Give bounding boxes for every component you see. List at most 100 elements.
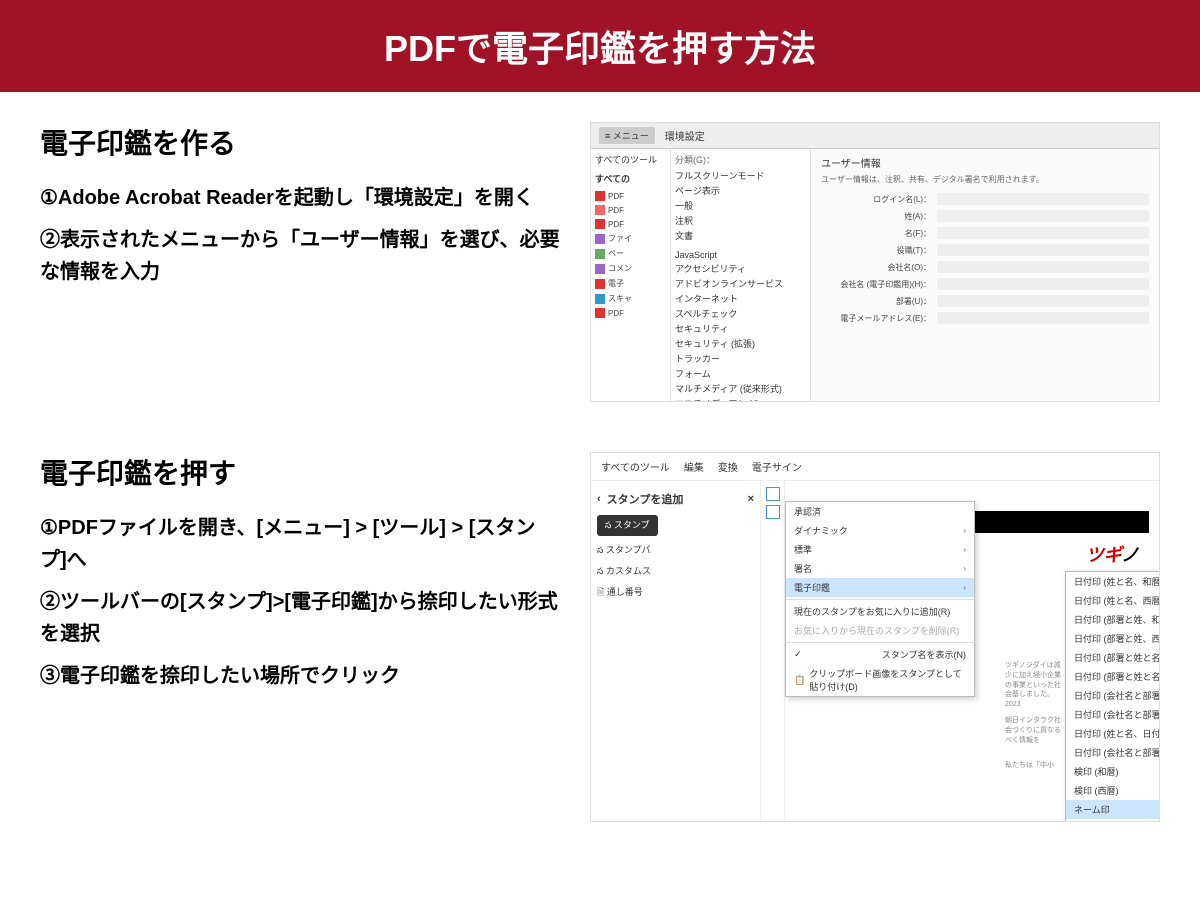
tool-icon [595,308,605,318]
stamp-row[interactable]: స スタンプパ [597,540,754,561]
submenu-item[interactable]: 日付印 (会社名と部署、日付なし) [1066,743,1160,762]
hand-icon[interactable] [766,505,780,519]
tool-item[interactable]: 電子 [595,276,666,291]
category-item[interactable]: セキュリティ (拡張) [675,336,806,351]
category-item[interactable]: スペルチェック [675,306,806,321]
submenu-item[interactable]: 日付印 (姓と名、西暦) [1066,591,1160,610]
form-label: 電子メールアドレス(E)： [821,313,931,324]
category-item[interactable]: 注釈 [675,213,806,228]
category-item[interactable]: ページ表示 [675,183,806,198]
submenu-item[interactable]: 日付印 (会社名と部署、和暦) [1066,686,1160,705]
check-icon: ✓ [794,649,802,660]
tool-item[interactable]: ファイ [595,231,666,246]
tool-item[interactable]: スキャ [595,291,666,306]
category-item[interactable]: セキュリティ [675,321,806,336]
context-menu-item[interactable]: 署名› [786,559,974,578]
submenu-item[interactable]: 検印 (和暦) [1066,762,1160,781]
stamp-row[interactable]: 🗎 通し番号 [597,582,754,604]
back-icon[interactable]: ‹ [597,493,601,505]
tab-edit[interactable]: 編集 [684,459,704,474]
context-menu-item[interactable]: ダイナミック› [786,521,974,540]
bgtext-3: 私たちは「中小 [1005,761,1063,771]
tool-item[interactable]: PDF [595,203,666,217]
form-field[interactable] [937,295,1149,307]
all-tools-label: すべてのツール [595,153,666,166]
category-item[interactable]: トラッカー [675,351,806,366]
form-field[interactable] [937,227,1149,239]
submenu-item[interactable]: 検印 (西暦) [1066,781,1160,800]
form-field[interactable] [937,193,1149,205]
logo-red: ツギ [1086,545,1121,565]
stamp-button[interactable]: స スタンプ [597,515,658,536]
context-menu-item[interactable]: 電子印鑑› [786,578,974,597]
step-2-2: ②ツールバーの[スタンプ]>[電子印鑑]から捺印したい形式を選択 [40,586,560,650]
context-menu-item: お気に入りから現在のスタンプを削除(R) [786,621,974,640]
menu-item-label: 標準 [794,543,812,556]
all-prefix: すべての [595,172,666,185]
tab-all-tools[interactable]: すべてのツール [601,459,670,474]
step-1-2: ②表示されたメニューから「ユーザー情報」を選び、必要な情報を入力 [40,224,560,288]
panel-title-text: スタンプを追加 [607,491,684,507]
form-field[interactable] [937,312,1149,324]
submenu-item[interactable]: ネーム印 (名付き) [1066,819,1160,822]
stamp-row-label: 🗎 通し番号 [597,585,643,601]
screenshot-preferences: ≡ メニュー 環境設定 すべてのツール すべての PDFPDFPDFファイペーコ… [590,122,1160,402]
tool-item[interactable]: PDF [595,217,666,231]
submenu-item[interactable]: 日付印 (姓と名、和暦) [1066,572,1160,591]
submenu-item[interactable]: 日付印 (部署と姓と名、和暦) [1066,648,1160,667]
context-menu-item[interactable]: 📋クリップボード画像をスタンプとして貼り付け(D) [786,664,974,696]
close-icon[interactable]: × [748,493,754,505]
category-item[interactable]: フルスクリーンモード [675,168,806,183]
category-item[interactable]: 文書 [675,228,806,243]
form-field[interactable] [937,261,1149,273]
menu-item-label: お気に入りから現在のスタンプを削除(R) [794,624,959,637]
tools-sidebar: すべてのツール すべての PDFPDFPDFファイペーコメン電子スキャPDF [591,149,671,402]
section-create: 電子印鑑を作る ①Adobe Acrobat Readerを起動し「環境設定」を… [40,122,1160,402]
form-row: 電子メールアドレス(E)： [821,312,1149,324]
tool-label: コメン [608,263,632,274]
chevron-right-icon: › [963,583,966,592]
category-item[interactable]: マルチメディアと 3D [675,396,806,402]
category-item[interactable]: インターネット [675,291,806,306]
form-field[interactable] [937,210,1149,222]
context-menu-item[interactable]: 承認済 [786,502,974,521]
form-field[interactable] [937,244,1149,256]
submenu-item[interactable]: 日付印 (部署と姓、和暦) [1066,610,1160,629]
context-menu-item[interactable]: ✓スタンプ名を表示(N) [786,645,974,664]
form-field[interactable] [937,278,1149,290]
category-item[interactable]: JavaScript [675,249,806,261]
submenu-item[interactable]: 日付印 (部署と姓、西暦) [1066,629,1160,648]
tool-item[interactable]: PDF [595,189,666,203]
menu-button[interactable]: ≡ メニュー [599,127,655,144]
category-item[interactable]: アドビオンラインサービス [675,276,806,291]
pointer-icon[interactable] [766,487,780,501]
tab-esign[interactable]: 電子サイン [752,459,802,474]
form-label: 役職(T)： [821,245,931,256]
category-item[interactable]: マルチメディア (従来形式) [675,381,806,396]
tool-item[interactable]: コメン [595,261,666,276]
tool-label: ファイ [608,233,632,244]
stamp-row[interactable]: స カスタムス [597,561,754,582]
step-2-3: ③電子印鑑を捺印したい場所でクリック [40,660,560,692]
context-menu-item[interactable]: 標準› [786,540,974,559]
category-item[interactable]: アクセシビリティ [675,261,806,276]
form-row: 役職(T)： [821,244,1149,256]
chevron-right-icon: › [963,564,966,573]
menu-item-label: ダイナミック [794,524,848,537]
category-item[interactable]: フォーム [675,366,806,381]
submenu-item[interactable]: 日付印 (会社名と部署、西暦) [1066,705,1160,724]
submenu-item[interactable]: 日付印 (部署と姓と名、西暦) [1066,667,1160,686]
form-row: 会社名(O)： [821,261,1149,273]
submenu-item[interactable]: 日付印 (姓と名、日付なし) [1066,724,1160,743]
submenu-item[interactable]: ネーム印 [1066,800,1160,819]
tool-item[interactable]: ペー [595,246,666,261]
tool-icon [595,219,605,229]
tool-item[interactable]: PDF [595,306,666,320]
content-area: 電子印鑑を作る ①Adobe Acrobat Readerを起動し「環境設定」を… [0,92,1200,852]
category-item[interactable]: 一般 [675,198,806,213]
tab-convert[interactable]: 変換 [718,459,738,474]
form-label: 会社名(O)： [821,262,931,273]
user-info-form: ユーザー情報 ユーザー情報は、注釈、共有、デジタル署名で利用されます。 ログイン… [811,149,1159,402]
context-menu-item[interactable]: 現在のスタンプをお気に入りに追加(R) [786,602,974,621]
section-create-title: 電子印鑑を作る [40,122,560,162]
